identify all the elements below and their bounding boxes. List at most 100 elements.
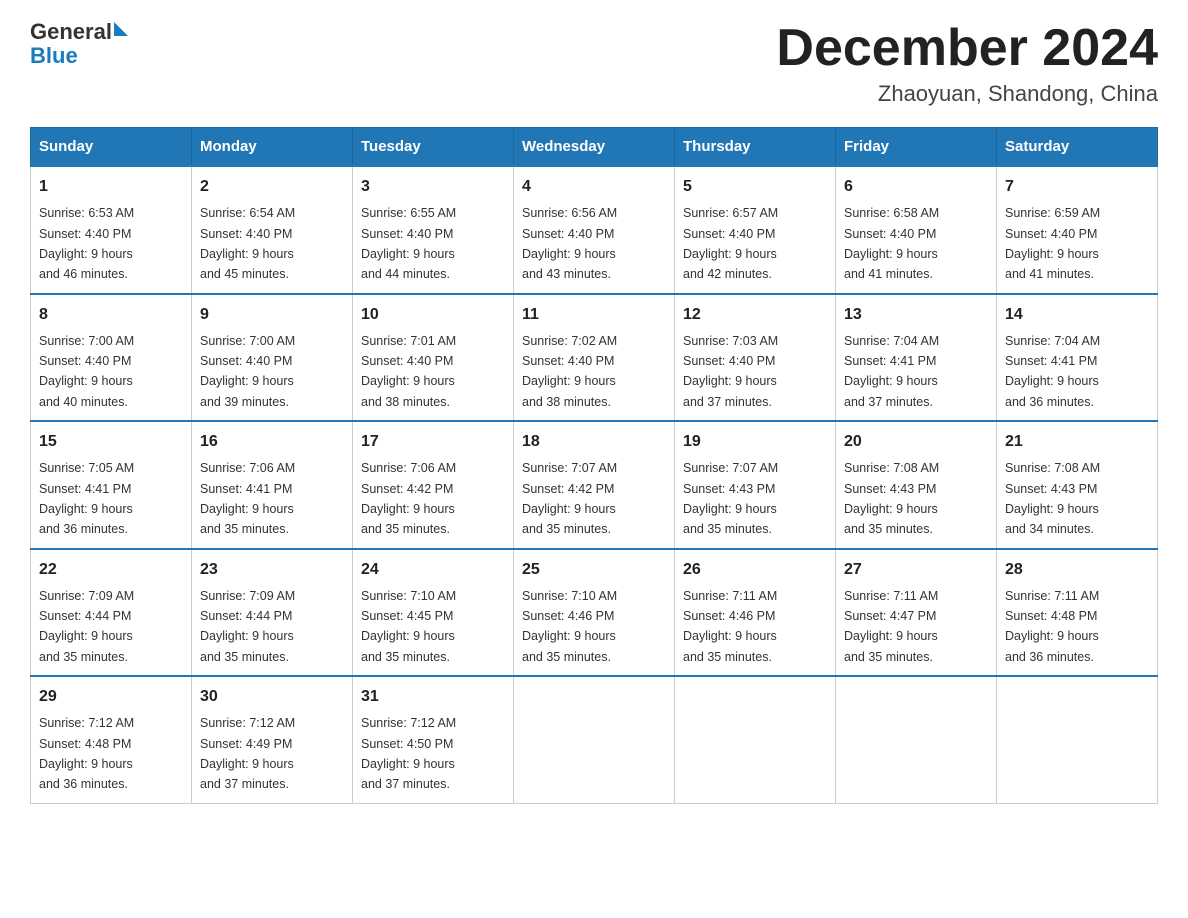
day-number: 18 [522, 430, 666, 454]
day-info: Sunrise: 7:00 AMSunset: 4:40 PMDaylight:… [200, 334, 295, 409]
day-header-wednesday: Wednesday [514, 128, 675, 167]
day-info: Sunrise: 6:53 AMSunset: 4:40 PMDaylight:… [39, 206, 134, 281]
day-number: 25 [522, 558, 666, 582]
calendar-table: SundayMondayTuesdayWednesdayThursdayFrid… [30, 127, 1158, 804]
day-number: 27 [844, 558, 988, 582]
day-number: 21 [1005, 430, 1149, 454]
day-number: 5 [683, 175, 827, 199]
day-number: 16 [200, 430, 344, 454]
calendar-cell: 22 Sunrise: 7:09 AMSunset: 4:44 PMDaylig… [31, 549, 192, 677]
logo-general: General [30, 20, 112, 44]
calendar-cell [836, 676, 997, 803]
calendar-cell: 11 Sunrise: 7:02 AMSunset: 4:40 PMDaylig… [514, 294, 675, 422]
calendar-cell: 4 Sunrise: 6:56 AMSunset: 4:40 PMDayligh… [514, 166, 675, 294]
day-info: Sunrise: 6:56 AMSunset: 4:40 PMDaylight:… [522, 206, 617, 281]
day-info: Sunrise: 6:54 AMSunset: 4:40 PMDaylight:… [200, 206, 295, 281]
location: Zhaoyuan, Shandong, China [776, 81, 1158, 107]
day-header-sunday: Sunday [31, 128, 192, 167]
calendar-cell: 6 Sunrise: 6:58 AMSunset: 4:40 PMDayligh… [836, 166, 997, 294]
calendar-cell [675, 676, 836, 803]
day-info: Sunrise: 7:00 AMSunset: 4:40 PMDaylight:… [39, 334, 134, 409]
day-number: 22 [39, 558, 183, 582]
day-number: 15 [39, 430, 183, 454]
title-block: December 2024 Zhaoyuan, Shandong, China [776, 20, 1158, 107]
day-info: Sunrise: 7:02 AMSunset: 4:40 PMDaylight:… [522, 334, 617, 409]
day-number: 2 [200, 175, 344, 199]
calendar-cell: 17 Sunrise: 7:06 AMSunset: 4:42 PMDaylig… [353, 421, 514, 549]
day-number: 31 [361, 685, 505, 709]
day-info: Sunrise: 7:08 AMSunset: 4:43 PMDaylight:… [1005, 461, 1100, 536]
calendar-cell: 9 Sunrise: 7:00 AMSunset: 4:40 PMDayligh… [192, 294, 353, 422]
week-row-4: 22 Sunrise: 7:09 AMSunset: 4:44 PMDaylig… [31, 549, 1158, 677]
day-number: 14 [1005, 303, 1149, 327]
day-number: 13 [844, 303, 988, 327]
day-info: Sunrise: 7:11 AMSunset: 4:47 PMDaylight:… [844, 589, 938, 664]
day-info: Sunrise: 7:04 AMSunset: 4:41 PMDaylight:… [1005, 334, 1100, 409]
day-info: Sunrise: 6:59 AMSunset: 4:40 PMDaylight:… [1005, 206, 1100, 281]
day-info: Sunrise: 7:01 AMSunset: 4:40 PMDaylight:… [361, 334, 456, 409]
day-number: 24 [361, 558, 505, 582]
logo: General Blue [30, 20, 128, 68]
day-info: Sunrise: 7:03 AMSunset: 4:40 PMDaylight:… [683, 334, 778, 409]
week-row-3: 15 Sunrise: 7:05 AMSunset: 4:41 PMDaylig… [31, 421, 1158, 549]
day-info: Sunrise: 7:08 AMSunset: 4:43 PMDaylight:… [844, 461, 939, 536]
week-row-2: 8 Sunrise: 7:00 AMSunset: 4:40 PMDayligh… [31, 294, 1158, 422]
calendar-cell: 16 Sunrise: 7:06 AMSunset: 4:41 PMDaylig… [192, 421, 353, 549]
day-number: 8 [39, 303, 183, 327]
day-number: 20 [844, 430, 988, 454]
day-header-monday: Monday [192, 128, 353, 167]
day-info: Sunrise: 7:12 AMSunset: 4:48 PMDaylight:… [39, 716, 134, 791]
calendar-cell: 1 Sunrise: 6:53 AMSunset: 4:40 PMDayligh… [31, 166, 192, 294]
day-number: 26 [683, 558, 827, 582]
day-number: 10 [361, 303, 505, 327]
day-info: Sunrise: 7:10 AMSunset: 4:45 PMDaylight:… [361, 589, 456, 664]
calendar-cell: 28 Sunrise: 7:11 AMSunset: 4:48 PMDaylig… [997, 549, 1158, 677]
day-info: Sunrise: 6:58 AMSunset: 4:40 PMDaylight:… [844, 206, 939, 281]
calendar-cell: 25 Sunrise: 7:10 AMSunset: 4:46 PMDaylig… [514, 549, 675, 677]
calendar-cell: 30 Sunrise: 7:12 AMSunset: 4:49 PMDaylig… [192, 676, 353, 803]
calendar-cell: 26 Sunrise: 7:11 AMSunset: 4:46 PMDaylig… [675, 549, 836, 677]
day-number: 29 [39, 685, 183, 709]
calendar-cell: 13 Sunrise: 7:04 AMSunset: 4:41 PMDaylig… [836, 294, 997, 422]
day-info: Sunrise: 7:09 AMSunset: 4:44 PMDaylight:… [200, 589, 295, 664]
calendar-cell: 10 Sunrise: 7:01 AMSunset: 4:40 PMDaylig… [353, 294, 514, 422]
day-header-row: SundayMondayTuesdayWednesdayThursdayFrid… [31, 128, 1158, 167]
calendar-cell: 29 Sunrise: 7:12 AMSunset: 4:48 PMDaylig… [31, 676, 192, 803]
day-number: 4 [522, 175, 666, 199]
calendar-cell: 7 Sunrise: 6:59 AMSunset: 4:40 PMDayligh… [997, 166, 1158, 294]
day-header-friday: Friday [836, 128, 997, 167]
day-info: Sunrise: 7:12 AMSunset: 4:49 PMDaylight:… [200, 716, 295, 791]
day-number: 23 [200, 558, 344, 582]
day-info: Sunrise: 7:04 AMSunset: 4:41 PMDaylight:… [844, 334, 939, 409]
week-row-1: 1 Sunrise: 6:53 AMSunset: 4:40 PMDayligh… [31, 166, 1158, 294]
day-header-thursday: Thursday [675, 128, 836, 167]
day-number: 30 [200, 685, 344, 709]
logo-triangle-icon [114, 22, 128, 36]
calendar-cell [997, 676, 1158, 803]
day-info: Sunrise: 7:05 AMSunset: 4:41 PMDaylight:… [39, 461, 134, 536]
calendar-cell: 19 Sunrise: 7:07 AMSunset: 4:43 PMDaylig… [675, 421, 836, 549]
calendar-cell: 18 Sunrise: 7:07 AMSunset: 4:42 PMDaylig… [514, 421, 675, 549]
day-number: 1 [39, 175, 183, 199]
day-info: Sunrise: 7:10 AMSunset: 4:46 PMDaylight:… [522, 589, 617, 664]
calendar-cell: 21 Sunrise: 7:08 AMSunset: 4:43 PMDaylig… [997, 421, 1158, 549]
month-title: December 2024 [776, 20, 1158, 77]
calendar-cell: 2 Sunrise: 6:54 AMSunset: 4:40 PMDayligh… [192, 166, 353, 294]
day-info: Sunrise: 7:06 AMSunset: 4:41 PMDaylight:… [200, 461, 295, 536]
page-header: General Blue December 2024 Zhaoyuan, Sha… [30, 20, 1158, 107]
day-number: 19 [683, 430, 827, 454]
calendar-cell: 23 Sunrise: 7:09 AMSunset: 4:44 PMDaylig… [192, 549, 353, 677]
calendar-cell: 12 Sunrise: 7:03 AMSunset: 4:40 PMDaylig… [675, 294, 836, 422]
day-info: Sunrise: 6:57 AMSunset: 4:40 PMDaylight:… [683, 206, 778, 281]
day-info: Sunrise: 7:09 AMSunset: 4:44 PMDaylight:… [39, 589, 134, 664]
day-info: Sunrise: 7:11 AMSunset: 4:46 PMDaylight:… [683, 589, 777, 664]
day-number: 12 [683, 303, 827, 327]
calendar-cell: 5 Sunrise: 6:57 AMSunset: 4:40 PMDayligh… [675, 166, 836, 294]
calendar-cell: 15 Sunrise: 7:05 AMSunset: 4:41 PMDaylig… [31, 421, 192, 549]
day-info: Sunrise: 6:55 AMSunset: 4:40 PMDaylight:… [361, 206, 456, 281]
day-info: Sunrise: 7:07 AMSunset: 4:42 PMDaylight:… [522, 461, 617, 536]
calendar-cell: 8 Sunrise: 7:00 AMSunset: 4:40 PMDayligh… [31, 294, 192, 422]
day-number: 3 [361, 175, 505, 199]
day-header-tuesday: Tuesday [353, 128, 514, 167]
day-info: Sunrise: 7:12 AMSunset: 4:50 PMDaylight:… [361, 716, 456, 791]
